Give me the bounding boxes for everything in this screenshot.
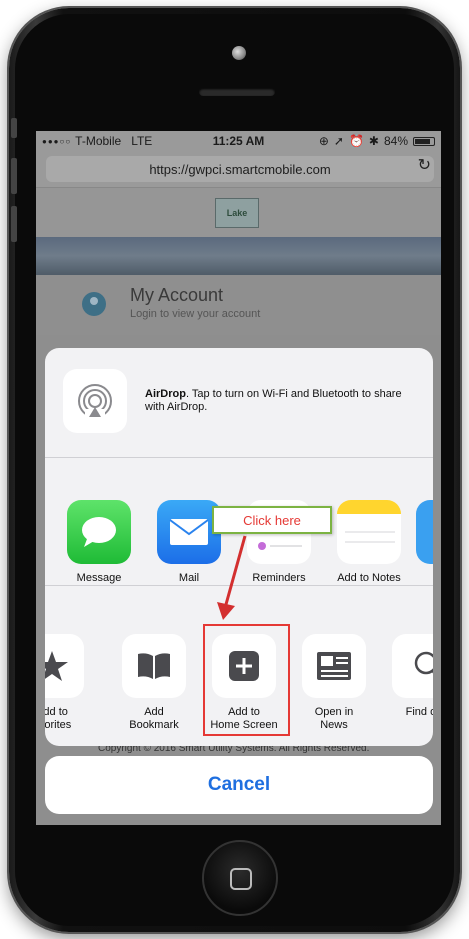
airdrop-row[interactable]: AirDrop. Tap to turn on Wi-Fi and Blueto… xyxy=(45,348,433,458)
volume-down-button xyxy=(11,206,17,242)
my-account-item[interactable]: My Account Login to view your account xyxy=(36,275,441,335)
front-camera xyxy=(232,46,246,60)
app-label-notes: Add to Notes xyxy=(337,572,401,584)
lock-rotation-icon: ⊕ xyxy=(318,134,329,148)
book-icon xyxy=(122,634,186,698)
notes-icon xyxy=(337,500,401,564)
search-icon xyxy=(392,634,433,698)
action-find-on-page[interactable]: Find on xyxy=(381,634,433,719)
airdrop-rings-icon xyxy=(78,384,112,421)
site-header: Lake Wales xyxy=(36,187,441,246)
airdrop-description: AirDrop. Tap to turn on Wi-Fi and Blueto… xyxy=(145,388,415,414)
airdrop-title: AirDrop xyxy=(145,388,186,400)
home-square-icon xyxy=(230,868,252,890)
news-icon xyxy=(302,634,366,698)
site-logo[interactable]: Lake Wales xyxy=(215,198,259,246)
action-label-favorites: Add to avorites xyxy=(45,706,72,731)
signal-icon: ●●●○○ xyxy=(42,136,72,146)
arrow-icon xyxy=(217,535,247,620)
account-title: My Account xyxy=(130,285,224,305)
battery-percent: 84% xyxy=(383,134,408,148)
bluetooth-icon: ✱ xyxy=(368,134,379,148)
action-add-favorites[interactable]: Add to avorites xyxy=(45,634,95,732)
cancel-button[interactable]: Cancel xyxy=(45,756,433,814)
alarm-icon: ⏰ xyxy=(348,134,364,148)
home-button[interactable] xyxy=(202,840,278,916)
mute-switch xyxy=(11,118,17,138)
star-icon xyxy=(45,634,84,698)
account-subtitle: Login to view your account xyxy=(130,308,261,320)
action-add-bookmark[interactable]: Add Bookmark xyxy=(111,634,197,732)
highlight-box xyxy=(203,624,290,736)
airdrop-icon[interactable] xyxy=(63,369,127,433)
share-app-message[interactable]: Message xyxy=(56,500,142,584)
share-app-notes[interactable]: Add to Notes xyxy=(326,500,412,584)
network-type: LTE xyxy=(131,134,153,148)
status-right: ⊕ ➚ ⏰ ✱ 84% xyxy=(304,134,435,148)
app-label-message: Message xyxy=(76,572,122,584)
url-text: https://gwpci.smartcmobile.com xyxy=(149,161,331,177)
share-app-more[interactable] xyxy=(416,500,433,564)
url-field[interactable]: https://gwpci.smartcmobile.com xyxy=(46,156,434,182)
message-icon xyxy=(67,500,131,564)
volume-up-button xyxy=(11,158,17,194)
carrier-name: T-Mobile xyxy=(75,134,122,148)
reload-icon[interactable]: ↻ xyxy=(418,155,431,175)
account-icon xyxy=(82,292,106,316)
carrier-group: ●●●○○ T-Mobile LTE xyxy=(42,134,173,148)
action-label-news: Open in News xyxy=(314,706,354,731)
more-app-icon xyxy=(416,500,433,564)
action-label-find: Find on xyxy=(405,706,433,718)
site-banner xyxy=(36,237,441,275)
action-open-news[interactable]: Open in News xyxy=(291,634,377,732)
status-time: 11:25 AM xyxy=(212,134,265,148)
earpiece-speaker xyxy=(199,88,275,96)
action-label-bookmark: Add Bookmark xyxy=(129,706,179,731)
battery-icon xyxy=(413,136,435,146)
location-icon: ➚ xyxy=(333,134,344,148)
status-bar: ●●●○○ T-Mobile LTE 11:25 AM ⊕ ➚ ⏰ ✱ 84% xyxy=(36,131,441,151)
address-bar: https://gwpci.smartcmobile.com ↻ xyxy=(36,151,441,187)
click-here-callout: Click here xyxy=(212,506,332,534)
